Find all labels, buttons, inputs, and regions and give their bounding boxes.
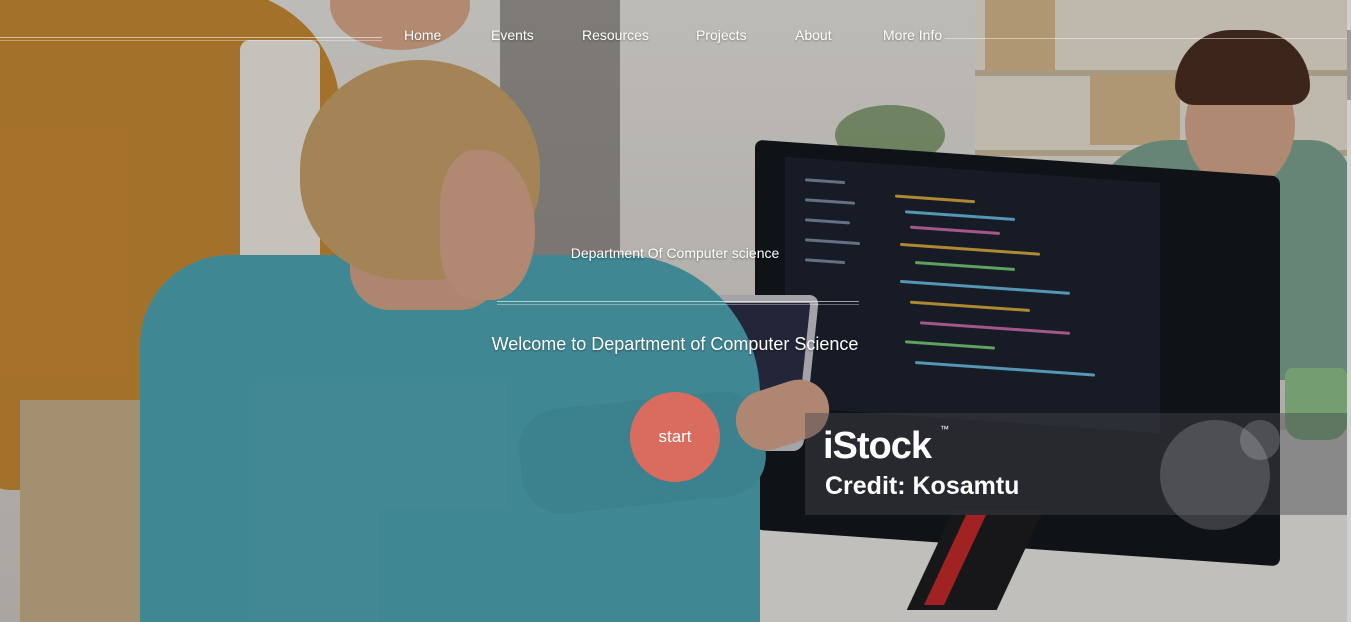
istock-logo: iStock bbox=[823, 425, 932, 467]
nav-divider-left bbox=[0, 40, 382, 41]
trademark-mark: ™ bbox=[940, 424, 949, 434]
start-button[interactable]: start bbox=[630, 392, 720, 482]
nav-divider-right bbox=[945, 38, 1351, 39]
hero-divider bbox=[497, 301, 859, 302]
hero-title: Welcome to Department of Computer Scienc… bbox=[491, 334, 859, 354]
dark-overlay bbox=[0, 0, 1351, 622]
nav-home[interactable]: Home bbox=[404, 27, 441, 43]
nav-resources[interactable]: Resources bbox=[582, 27, 649, 43]
hero-divider bbox=[497, 304, 859, 305]
photo-credit: Credit: Kosamtu bbox=[825, 472, 1020, 500]
watermark-decoration bbox=[1240, 420, 1280, 460]
hero-background-photo bbox=[0, 0, 1351, 622]
department-subtitle: Department Of Computer science bbox=[570, 245, 780, 261]
nav-more-info[interactable]: More Info bbox=[883, 27, 942, 43]
nav-divider-left bbox=[0, 37, 382, 38]
nav-events[interactable]: Events bbox=[491, 27, 534, 43]
scrollbar-thumb[interactable] bbox=[1347, 30, 1351, 100]
nav-about[interactable]: About bbox=[795, 27, 832, 43]
nav-projects[interactable]: Projects bbox=[696, 27, 747, 43]
